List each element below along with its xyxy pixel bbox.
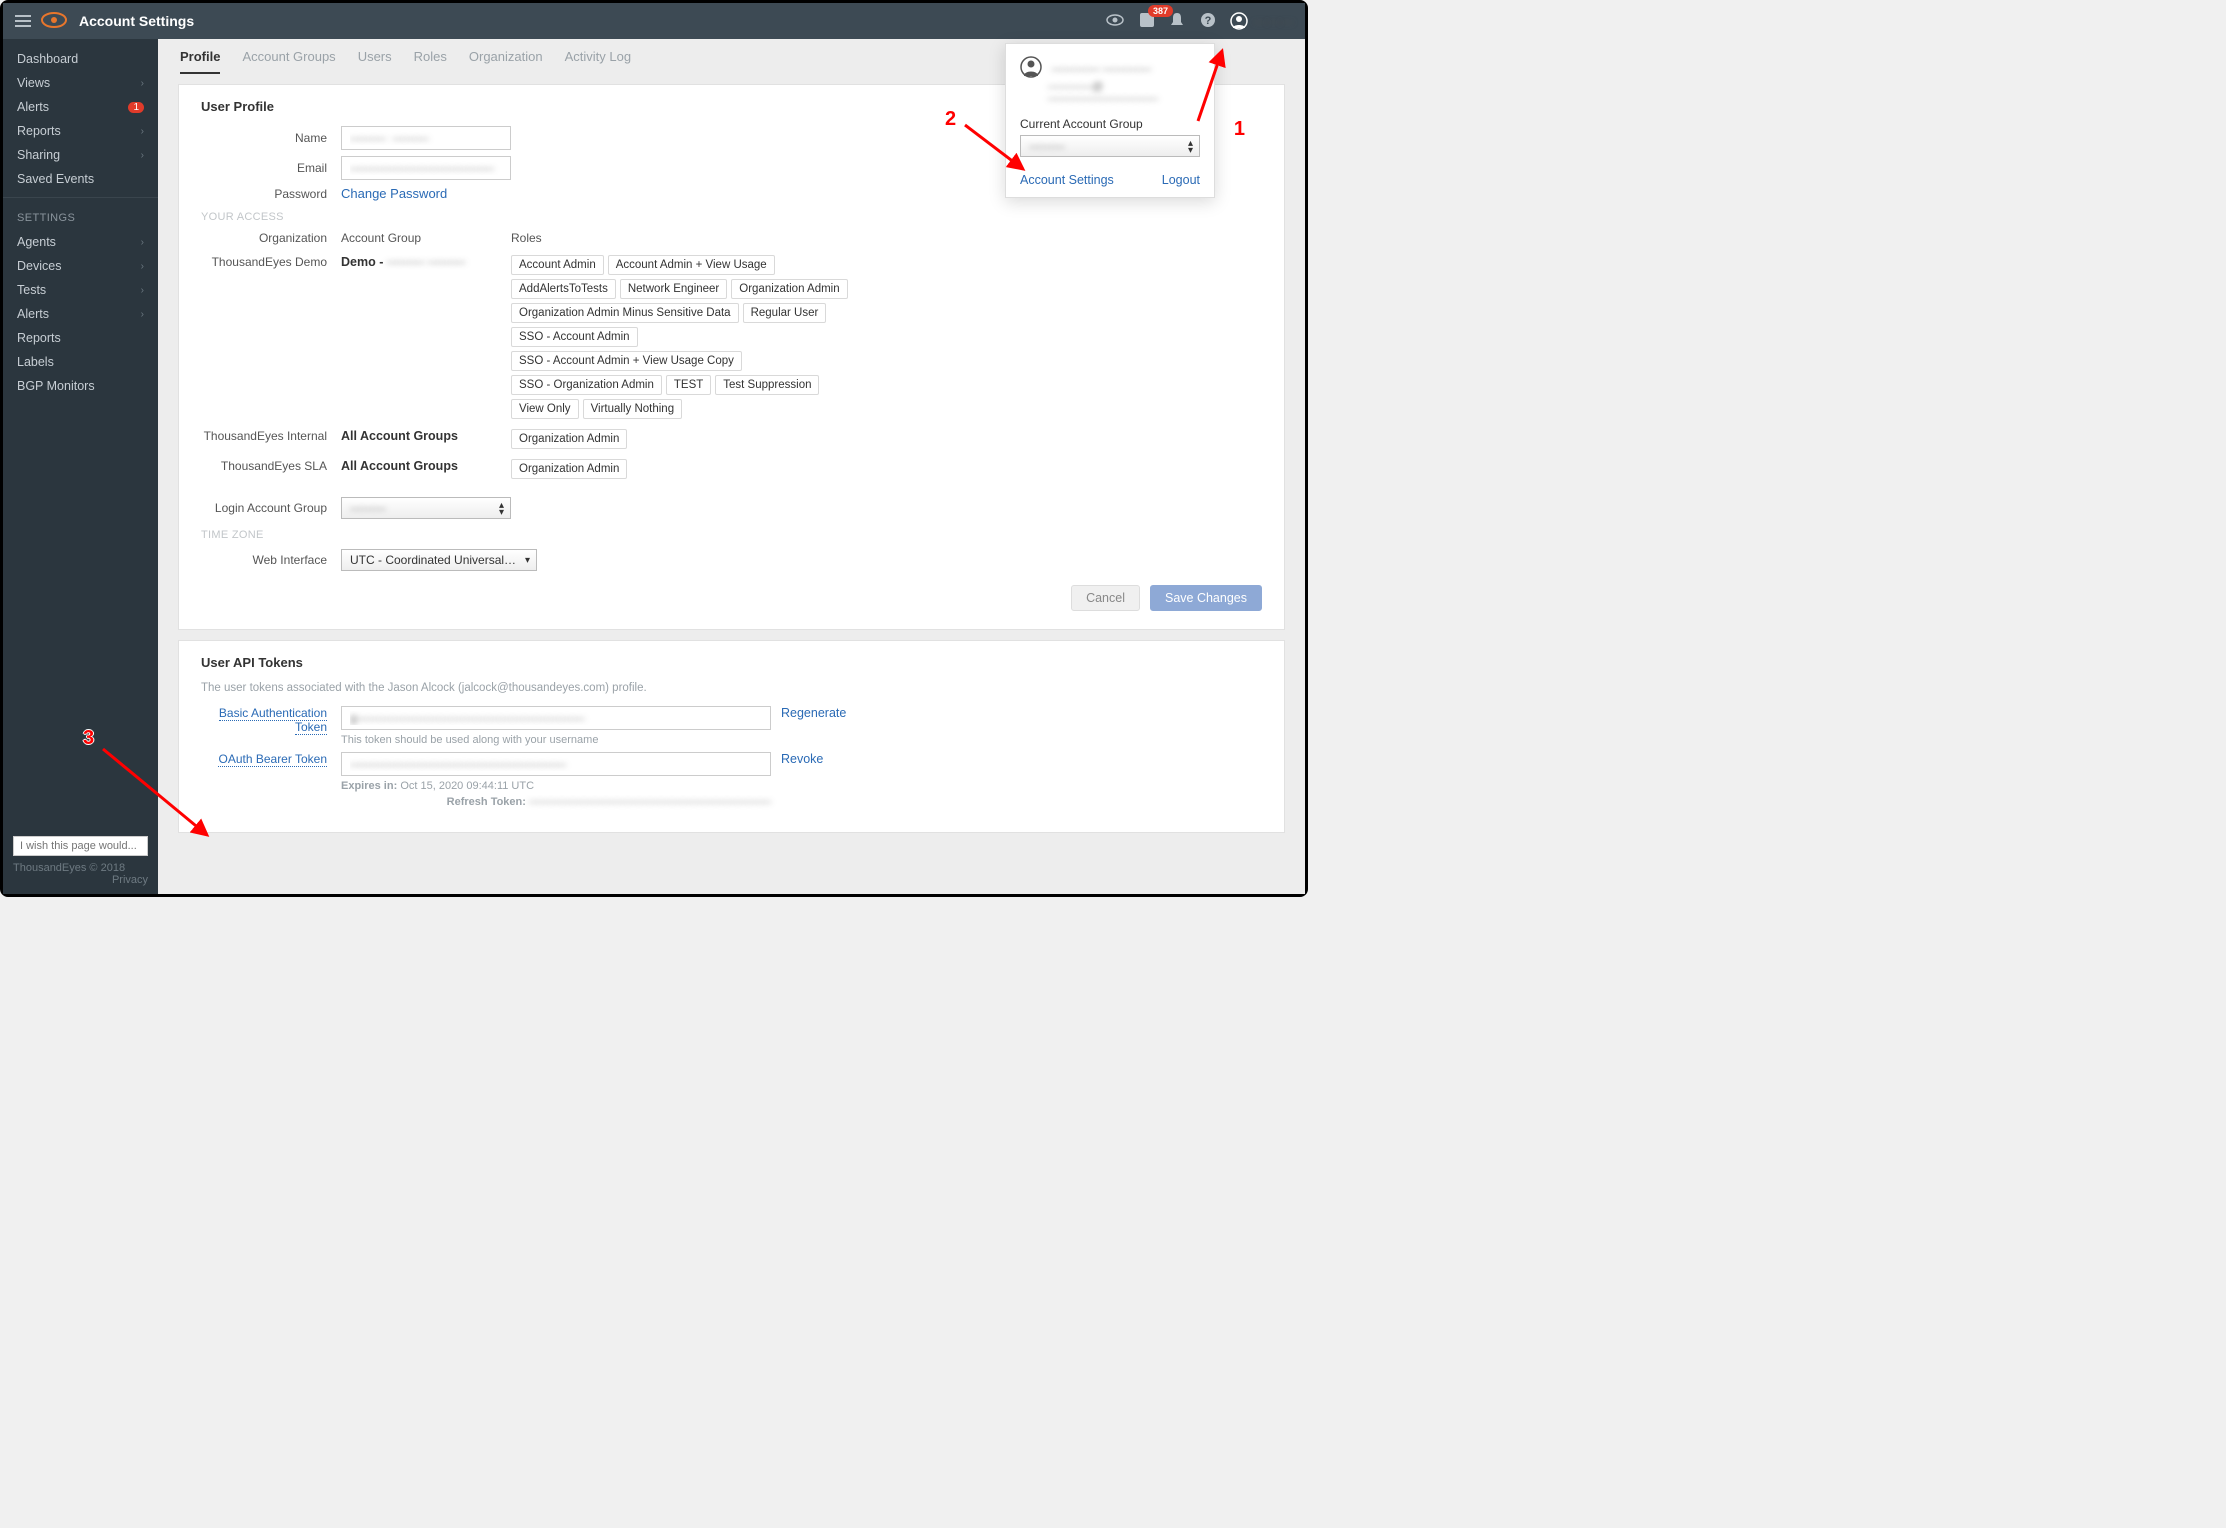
copyright: ThousandEyes © 2018 <box>13 862 148 874</box>
role-tag: Network Engineer <box>620 279 727 299</box>
roles-list: Account AdminAccount Admin + View Usage A… <box>511 255 871 419</box>
tab-account-groups[interactable]: Account Groups <box>242 49 335 74</box>
sidebar-item-alerts[interactable]: Alerts› <box>3 302 158 326</box>
menu-icon[interactable] <box>15 15 31 27</box>
col-account-group: Account Group <box>341 231 511 245</box>
eye-icon[interactable] <box>1106 14 1124 29</box>
sidebar-item-labels[interactable]: Labels <box>3 350 158 374</box>
bell-icon[interactable] <box>1170 12 1184 31</box>
cancel-button[interactable]: Cancel <box>1071 585 1140 611</box>
tokens-subtitle: The user tokens associated with the Jaso… <box>201 682 1262 694</box>
cag-label: Current Account Group <box>1020 117 1200 131</box>
basic-token-input[interactable] <box>341 706 771 730</box>
basic-token-hint: This token should be used along with you… <box>341 734 771 746</box>
page-title: Account Settings <box>79 13 194 29</box>
account-group: Demo - ——— ——— <box>341 255 511 419</box>
role-tag: Organization Admin Minus Sensitive Data <box>511 303 739 323</box>
logout-link[interactable]: Logout <box>1162 173 1200 187</box>
role-tag: TEST <box>666 375 711 395</box>
col-organization: Organization <box>201 231 341 245</box>
oauth-refresh: Refresh Token: —————————————————————— <box>341 796 771 808</box>
avatar-icon <box>1230 12 1248 30</box>
org-name: ThousandEyes Internal <box>201 429 341 449</box>
privacy-link[interactable]: Privacy <box>13 874 148 886</box>
sidebar-item-alerts[interactable]: Alerts1 <box>3 95 158 119</box>
role-tag: Regular User <box>743 303 827 323</box>
sidebar-item-reports[interactable]: Reports <box>3 326 158 350</box>
user-dropdown: ———— ———— ————@—————————— Current Accoun… <box>1005 43 1215 198</box>
cag-select[interactable]: ——— <box>1020 135 1200 157</box>
account-settings-link[interactable]: Account Settings <box>1020 173 1114 187</box>
badge-icon[interactable]: 387 <box>1140 13 1154 30</box>
roles-list: Organization Admin <box>511 459 871 479</box>
password-label: Password <box>201 187 341 201</box>
change-password-link[interactable]: Change Password <box>341 186 447 201</box>
login-ag-select[interactable]: ——— <box>341 497 511 519</box>
role-tag: Account Admin + View Usage <box>608 255 775 275</box>
regenerate-link[interactable]: Regenerate <box>781 706 846 720</box>
name-input[interactable] <box>341 126 511 150</box>
web-interface-label: Web Interface <box>201 553 341 567</box>
role-tag: Account Admin <box>511 255 604 275</box>
oauth-token-label[interactable]: OAuth Bearer Token <box>218 752 327 767</box>
role-tag: Virtually Nothing <box>583 399 683 419</box>
email-label: Email <box>201 161 341 175</box>
user-menu[interactable]: ——— <box>1230 12 1293 30</box>
tab-roles[interactable]: Roles <box>414 49 447 74</box>
sidebar-item-dashboard[interactable]: Dashboard <box>3 47 158 71</box>
col-roles: Roles <box>511 231 542 245</box>
dropdown-email: ————@—————————— <box>1048 81 1200 105</box>
tab-organization[interactable]: Organization <box>469 49 543 74</box>
org-name: ThousandEyes Demo <box>201 255 341 419</box>
web-interface-select[interactable]: UTC - Coordinated Universal… <box>341 549 537 571</box>
basic-token-label[interactable]: Basic Authentication Token <box>219 706 327 735</box>
sidebar: DashboardViews›Alerts1Reports›Sharing›Sa… <box>3 39 158 894</box>
role-tag: Organization Admin <box>731 279 847 299</box>
tokens-panel: User API Tokens The user tokens associat… <box>178 640 1285 833</box>
sidebar-item-agents[interactable]: Agents› <box>3 230 158 254</box>
sidebar-item-saved-events[interactable]: Saved Events <box>3 167 158 191</box>
tab-profile[interactable]: Profile <box>180 49 220 74</box>
tokens-heading: User API Tokens <box>201 655 1262 670</box>
help-icon[interactable]: ? <box>1200 12 1216 31</box>
name-label: Name <box>201 131 341 145</box>
login-ag-label: Login Account Group <box>201 501 341 515</box>
settings-header: SETTINGS <box>3 197 158 230</box>
revoke-link[interactable]: Revoke <box>781 752 823 766</box>
org-name: ThousandEyes SLA <box>201 459 341 479</box>
sidebar-item-views[interactable]: Views› <box>3 71 158 95</box>
email-input[interactable] <box>341 156 511 180</box>
tab-activity-log[interactable]: Activity Log <box>565 49 631 74</box>
timezone-header: TIME ZONE <box>201 529 1262 541</box>
feedback-input[interactable] <box>13 836 148 856</box>
tab-users[interactable]: Users <box>358 49 392 74</box>
oauth-token-input[interactable] <box>341 752 771 776</box>
topbar: Account Settings 387 ? ——— <box>3 3 1305 39</box>
topbar-username: ——— <box>1254 14 1293 29</box>
sidebar-item-tests[interactable]: Tests› <box>3 278 158 302</box>
role-tag: SSO - Account Admin <box>511 327 638 347</box>
account-group: All Account Groups <box>341 429 511 449</box>
sidebar-item-sharing[interactable]: Sharing› <box>3 143 158 167</box>
role-tag: Organization Admin <box>511 429 627 449</box>
role-tag: Test Suppression <box>715 375 819 395</box>
dropdown-username: ———— ———— <box>1052 62 1151 76</box>
avatar-icon <box>1020 56 1042 81</box>
account-group: All Account Groups <box>341 459 511 479</box>
role-tag: SSO - Account Admin + View Usage Copy <box>511 351 742 371</box>
sidebar-item-devices[interactable]: Devices› <box>3 254 158 278</box>
roles-list: Organization Admin <box>511 429 871 449</box>
access-header: YOUR ACCESS <box>201 211 1262 223</box>
logo-icon[interactable] <box>41 11 67 32</box>
role-tag: View Only <box>511 399 579 419</box>
sidebar-item-bgp-monitors[interactable]: BGP Monitors <box>3 374 158 398</box>
svg-text:?: ? <box>1205 15 1212 27</box>
sidebar-item-reports[interactable]: Reports› <box>3 119 158 143</box>
oauth-expires: Expires in: Oct 15, 2020 09:44:11 UTC <box>341 780 771 792</box>
role-tag: AddAlertsToTests <box>511 279 616 299</box>
save-button[interactable]: Save Changes <box>1150 585 1262 611</box>
role-tag: SSO - Organization Admin <box>511 375 662 395</box>
role-tag: Organization Admin <box>511 459 627 479</box>
